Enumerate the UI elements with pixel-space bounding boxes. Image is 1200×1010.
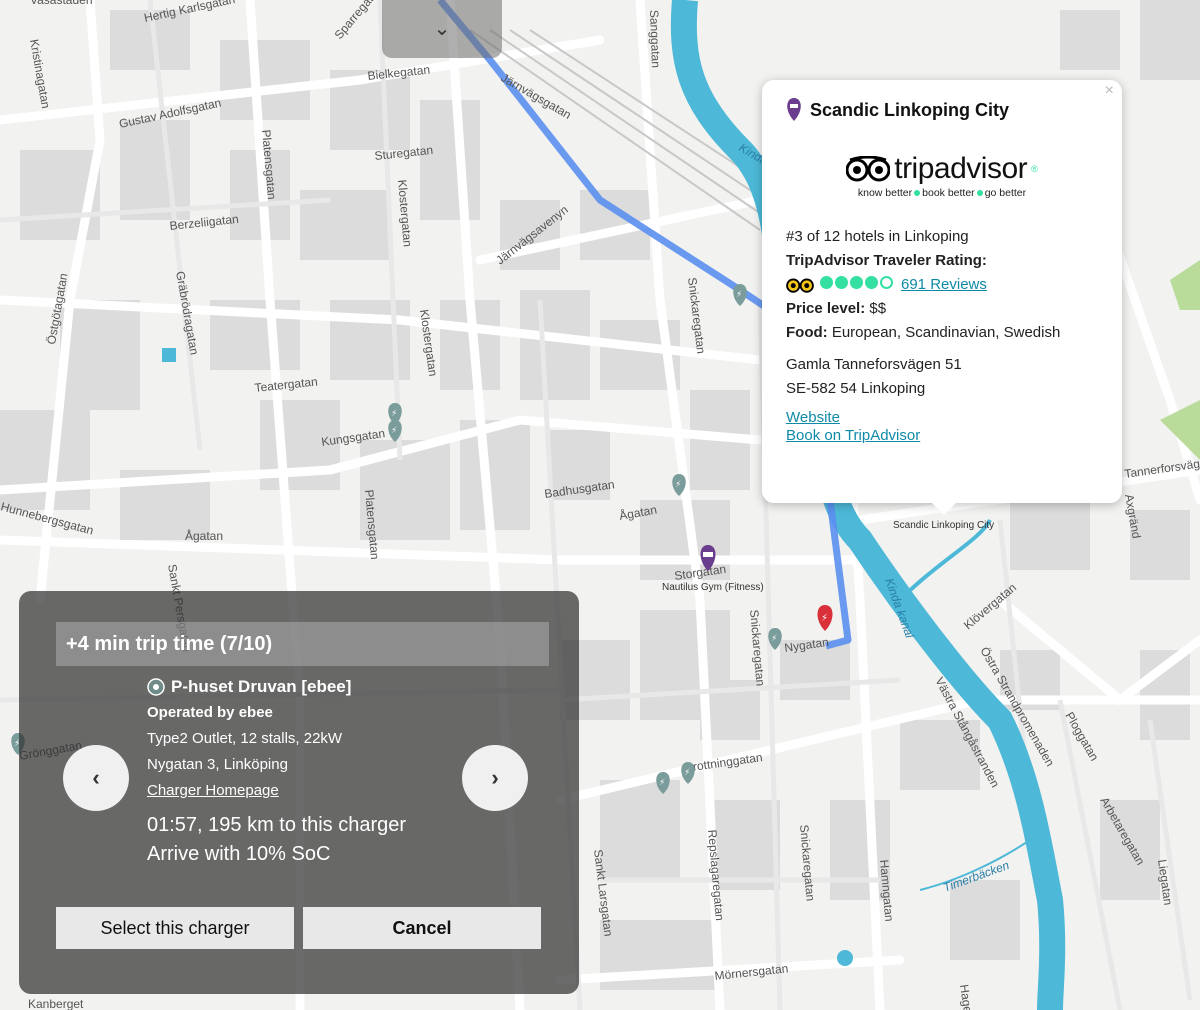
svg-text:⚡: ⚡ — [684, 768, 690, 778]
tripadvisor-wordmark: tripadvisor — [894, 152, 1028, 185]
charger-panel: +4 min trip time (7/10) P-huset Druvan [… — [19, 591, 579, 994]
svg-text:⚡: ⚡ — [391, 409, 397, 419]
close-icon[interactable]: × — [1105, 82, 1114, 100]
svg-text:⚡: ⚡ — [736, 290, 742, 300]
chevron-left-icon: ‹ — [92, 765, 100, 790]
hotel-address: Gamla Tanneforsvägen 51 SE-582 54 Linkop… — [786, 356, 962, 397]
charger-address: Nygatan 3, Linköping — [147, 756, 288, 773]
book-tripadvisor-link[interactable]: Book on TripAdvisor — [786, 427, 920, 444]
street-label: Ågatan — [185, 528, 223, 543]
poi-label: Scandic Linkoping City — [893, 520, 994, 531]
website-link[interactable]: Website — [786, 409, 840, 426]
ebee-network-icon — [147, 678, 165, 696]
previous-charger-button[interactable]: ‹ — [63, 745, 129, 811]
svg-text:⚡: ⚡ — [675, 480, 681, 490]
rating-bubbles — [820, 273, 895, 297]
rating-label: TripAdvisor Traveler Rating: — [786, 252, 987, 269]
cancel-button[interactable]: Cancel — [303, 907, 541, 949]
price-level: Price level: $$ — [786, 300, 887, 317]
svg-text:⚡: ⚡ — [659, 778, 665, 788]
charger-info: P-huset Druvan [ebee] Operated by ebee T… — [147, 677, 467, 866]
poi-label: Nautilus Gym (Fitness) — [662, 582, 764, 593]
street-label: Kanberget — [28, 997, 84, 1010]
charger-homepage-link[interactable]: Charger Homepage — [147, 782, 279, 799]
charger-operator: Operated by ebee — [147, 704, 273, 721]
tripadvisor-owl-icon — [786, 278, 814, 293]
chevron-right-icon: › — [491, 765, 499, 790]
next-charger-button[interactable]: › — [462, 745, 528, 811]
svg-text:⚡: ⚡ — [391, 426, 397, 436]
tripadvisor-owl-icon — [846, 156, 891, 182]
svg-text:⚡: ⚡ — [771, 634, 777, 644]
charger-outlet: Type2 Outlet, 12 stalls, 22kW — [147, 730, 343, 747]
food-types: Food: European, Scandinavian, Swedish — [786, 324, 1061, 341]
street-label: Sanggatan — [647, 10, 663, 69]
collapse-panel-button[interactable]: ⌄ — [382, 0, 502, 58]
arrival-soc: Arrive with 10% SoC — [147, 843, 331, 865]
registered-mark: ® — [1031, 164, 1038, 174]
tripadvisor-tagline: know better book better go better — [857, 187, 1027, 199]
street-label: Vasastaden — [30, 0, 93, 7]
popup-title: Scandic Linkoping City — [810, 99, 1010, 120]
trip-time-header: +4 min trip time (7/10) — [56, 622, 549, 666]
charger-eta: 01:57, 195 km to this charger — [147, 814, 407, 836]
hotel-popup: × Scandic Linkoping City tripadvisor ® kn… — [762, 80, 1122, 515]
rating-row: 691 Reviews — [786, 273, 1098, 297]
tripadvisor-logo: tripadvisor ® know better book better go be… — [786, 152, 1098, 199]
chevron-down-icon: ⌄ — [433, 18, 451, 40]
popup-header: Scandic Linkoping City — [786, 98, 1098, 122]
charger-name: P-huset Druvan [ebee] — [171, 677, 352, 696]
reviews-link[interactable]: 691 Reviews — [901, 273, 987, 297]
select-charger-button[interactable]: Select this charger — [56, 907, 294, 949]
popup-links: Website Book on TripAdvisor — [786, 409, 1098, 445]
svg-text:⚡: ⚡ — [821, 613, 828, 624]
hotel-rank: #3 of 12 hotels in Linkoping — [786, 228, 969, 245]
hotel-marker-icon — [787, 98, 801, 121]
